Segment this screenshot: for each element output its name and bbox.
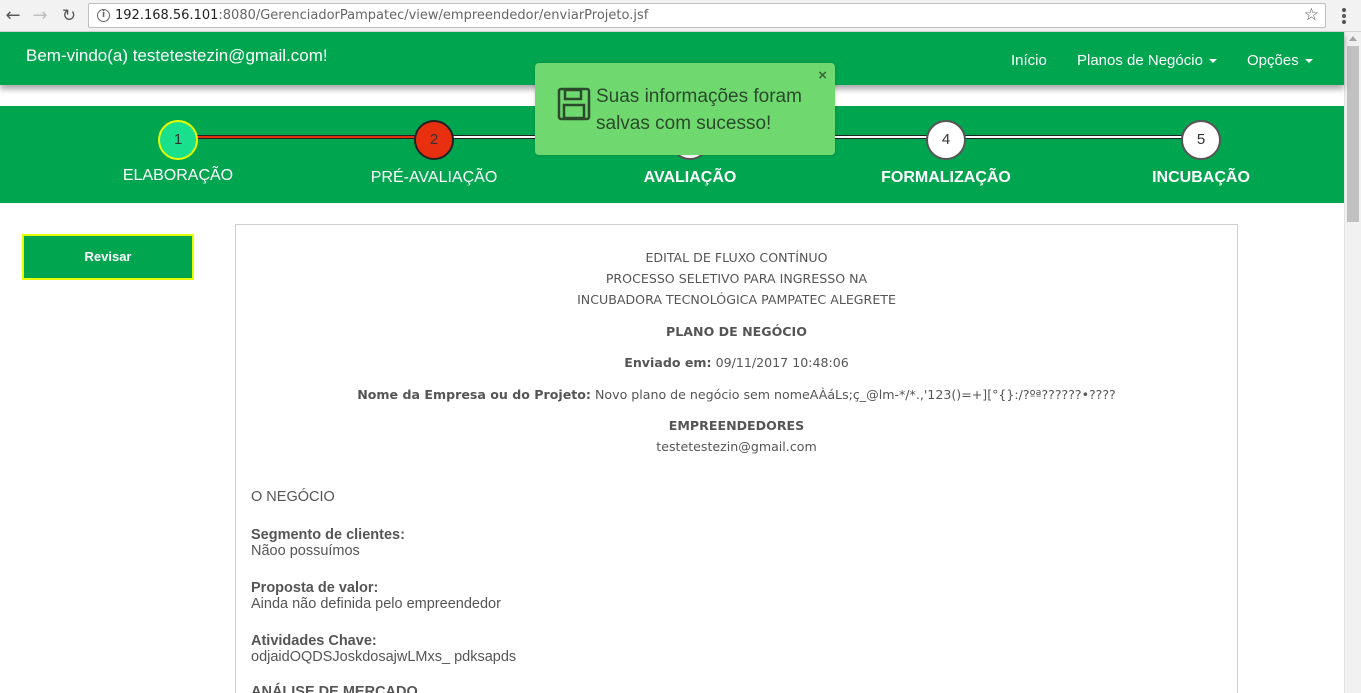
- section-title-mercado: ANÁLISE DE MERCADO: [251, 684, 418, 693]
- company-value: Novo plano de negócio sem nomeAÀáLs;ç_@l…: [594, 387, 1116, 402]
- url-path: :8080/GerenciadorPampatec/view/empreende…: [218, 8, 649, 23]
- step-circle-2: 2: [414, 120, 454, 160]
- field-label: Segmento de clientes:: [251, 527, 405, 543]
- step-label-1: ELABORAÇÃO: [122, 167, 234, 184]
- field-value: Ainda não definida pelo empreendedor: [251, 596, 501, 612]
- address-bar[interactable]: i 192.168.56.101:8080/GerenciadorPampate…: [88, 3, 1326, 28]
- business-plan-document: EDITAL DE FLUXO CONTÍNUO PROCESSO SELETI…: [235, 224, 1238, 693]
- browser-menu-icon[interactable]: [1337, 5, 1351, 27]
- field-label: Atividades Chave:: [251, 633, 377, 649]
- url-text[interactable]: 192.168.56.101:8080/GerenciadorPampatec/…: [115, 4, 648, 27]
- sent-date-row: Enviado em: 09/11/2017 10:48:06: [236, 355, 1237, 370]
- entrepreneur-email: testetestezin@gmail.com: [656, 439, 817, 454]
- close-icon[interactable]: ×: [818, 67, 827, 84]
- nav-link-inicio-label: Início: [1011, 52, 1047, 69]
- nav-link-inicio[interactable]: Início: [1011, 52, 1047, 69]
- revisar-button[interactable]: Revisar: [22, 234, 194, 280]
- step-number: 5: [1196, 131, 1206, 148]
- step-label-5: INCUBAÇÃO: [1152, 169, 1250, 186]
- step-number: 1: [173, 131, 183, 148]
- forward-arrow-icon[interactable]: →: [29, 5, 51, 27]
- sent-value: 09/11/2017 10:48:06: [715, 355, 849, 370]
- incubadora-line: INCUBADORA TECNOLÓGICA PAMPATEC ALEGRETE: [577, 292, 896, 307]
- url-host: 192.168.56.101: [115, 8, 219, 23]
- browser-toolbar: ← → ↻ i 192.168.56.101:8080/GerenciadorP…: [0, 0, 1361, 32]
- processo-line: PROCESSO SELETIVO PARA INGRESSO NA: [605, 271, 868, 286]
- nav-dropdown-opcoes[interactable]: Opções: [1247, 52, 1313, 69]
- scroll-thumb[interactable]: [1347, 46, 1359, 222]
- edital-line: EDITAL DE FLUXO CONTÍNUO: [645, 250, 828, 265]
- step-circle-5: 5: [1181, 120, 1221, 160]
- caret-down-icon: [1304, 59, 1313, 64]
- welcome-text: Bem-vindo(a) testetestezin@gmail.com!: [26, 46, 328, 65]
- field-label: Proposta de valor:: [251, 580, 379, 596]
- field-value: odjaidOQDSJoskdosajwLMxs_ pdksapds: [251, 649, 517, 665]
- success-toast: × Suas informações foram salvas com suce…: [535, 63, 835, 155]
- floppy-disk-icon: [557, 87, 591, 121]
- caret-down-icon: [1208, 59, 1217, 64]
- field-value: Nãoo possuímos: [251, 543, 360, 559]
- step-circle-4: 4: [926, 120, 966, 160]
- info-icon[interactable]: i: [97, 9, 110, 22]
- bookmark-star-icon[interactable]: ☆: [1304, 4, 1319, 27]
- reload-icon[interactable]: ↻: [58, 5, 80, 27]
- step-number: 4: [941, 131, 951, 148]
- company-label: Nome da Empresa ou do Projeto:: [357, 387, 591, 402]
- step-label-3: AVALIAÇÃO: [643, 169, 737, 186]
- page-scrollbar[interactable]: [1344, 32, 1361, 693]
- sent-label: Enviado em:: [624, 355, 712, 370]
- company-row: Nome da Empresa ou do Projeto: Novo plan…: [236, 387, 1237, 402]
- nav-dropdown-planos[interactable]: Planos de Negócio: [1077, 52, 1217, 69]
- step-label-4: FORMALIZAÇÃO: [881, 169, 1011, 186]
- toast-message: Suas informações foram salvas com sucess…: [596, 86, 802, 134]
- step-label-2: PRÉ-AVALIAÇÃO: [370, 169, 498, 186]
- plan-title: PLANO DE NEGÓCIO: [666, 324, 807, 339]
- nav-dropdown-planos-label: Planos de Negócio: [1077, 52, 1203, 69]
- scroll-up-icon[interactable]: [1349, 36, 1357, 41]
- entrepreneurs-title: EMPREENDEDORES: [668, 418, 805, 433]
- back-arrow-icon[interactable]: ←: [2, 5, 24, 27]
- step-connector-done: [178, 135, 434, 139]
- nav-dropdown-opcoes-label: Opções: [1247, 52, 1299, 69]
- step-circle-1: 1: [158, 120, 198, 160]
- step-number: 2: [429, 131, 439, 148]
- section-title-negocio: O NEGÓCIO: [251, 489, 335, 505]
